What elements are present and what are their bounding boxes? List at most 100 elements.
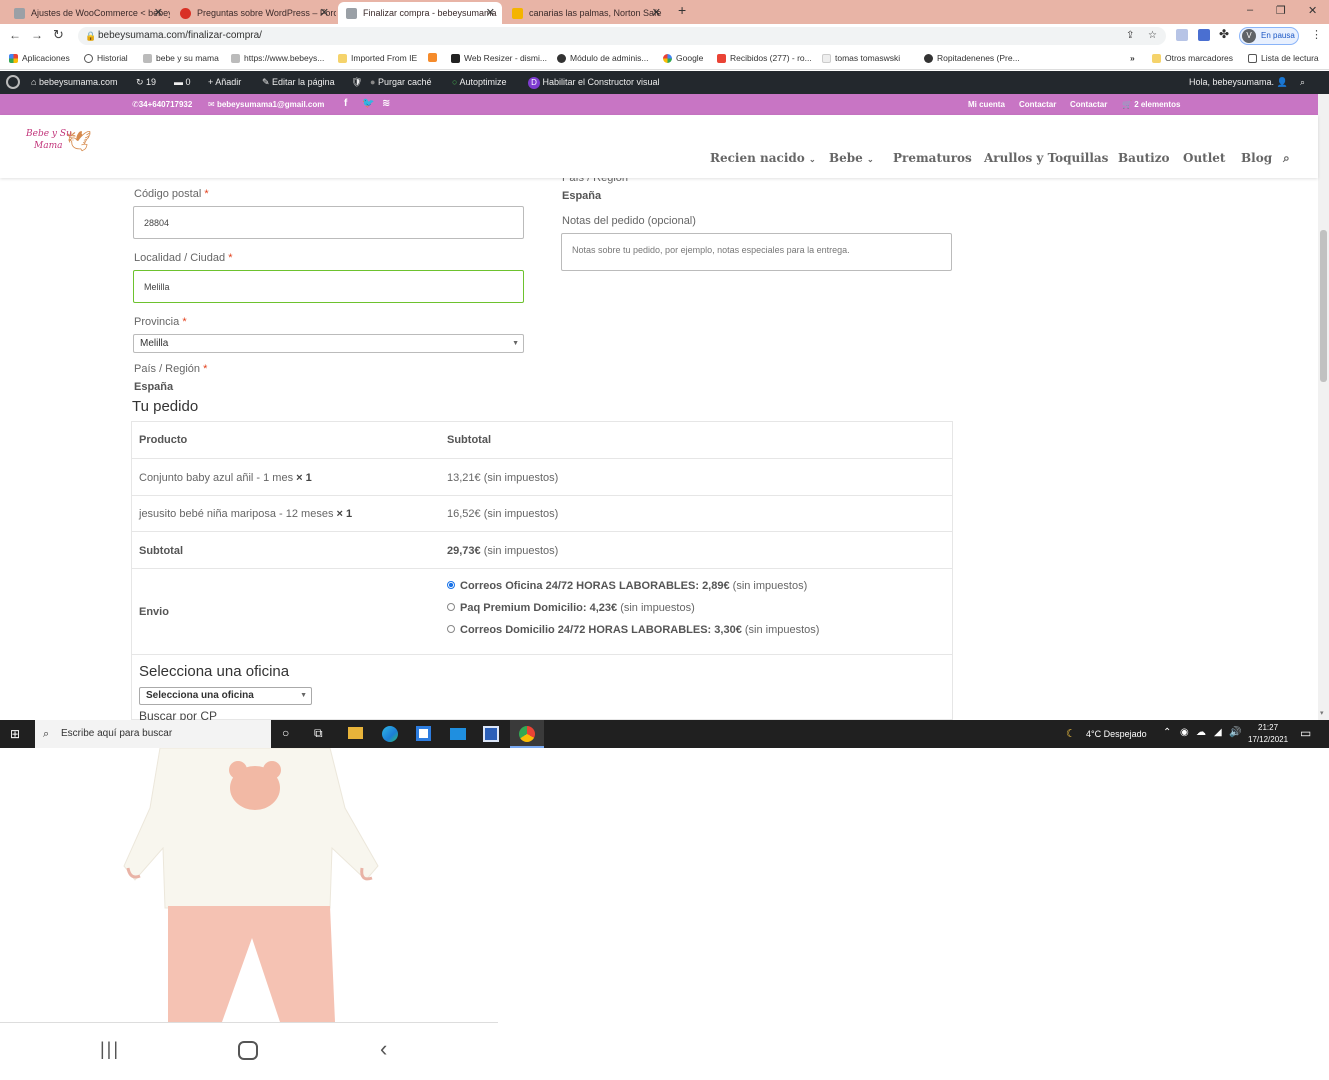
bookmark-web-resizer-label[interactable]: Web Resizer - dismi... [451, 53, 547, 63]
onedrive-cloud-icon[interactable]: ☁ [1196, 727, 1206, 738]
edge-browser-icon[interactable] [382, 726, 398, 742]
url-omnibox[interactable]: 🔒 bebeysumama.com/finalizar-compra/ ⇪ ☆ [78, 27, 1166, 45]
bookmark-web-resizer[interactable] [428, 53, 441, 62]
clock-time[interactable]: 21:27 [1258, 723, 1278, 732]
admin-purge-cache-link[interactable]: ● Purgar caché [370, 77, 431, 87]
shipping-option-correos-domicilio[interactable]: Correos Domicilio 24/72 HORAS LABORABLES… [447, 624, 819, 636]
bookmarks-overflow-chevron-icon[interactable]: » [1130, 53, 1135, 63]
nav-recien-nacido[interactable]: Recien nacido ⌄ [710, 151, 816, 165]
facebook-icon[interactable]: f [344, 98, 347, 109]
contactar-link-1[interactable]: Contactar [1019, 100, 1056, 109]
mail-icon[interactable] [450, 728, 466, 740]
close-tab-icon[interactable]: ✕ [486, 6, 495, 19]
nav-blog[interactable]: Blog [1241, 151, 1272, 165]
admin-divi-builder-link[interactable]: D Habilitar el Constructor visual [528, 77, 660, 89]
twitter-icon[interactable]: 🐦 [362, 98, 374, 109]
tray-chevron-up-icon[interactable]: ⌃ [1163, 727, 1171, 738]
word-icon[interactable] [483, 726, 499, 742]
tab-woocommerce-settings[interactable]: Ajustes de WooCommerce < bebeys ✕ [6, 2, 170, 24]
tab-wordpress-forum[interactable]: Preguntas sobre WordPress – Foro ✕ [172, 2, 336, 24]
city-input[interactable]: Melilla [133, 270, 524, 303]
site-logo[interactable]: Bebe y Su Mama 🕊 [26, 127, 91, 163]
bookmark-google[interactable]: Google [663, 53, 703, 63]
bookmark-apps[interactable]: Aplicaciones [9, 53, 70, 63]
admin-cache-shield-icon[interactable]: 🛡 [351, 77, 362, 88]
admin-comments-link[interactable]: ▬ 0 [174, 77, 191, 87]
cortana-circle-icon[interactable]: ○ [282, 726, 289, 740]
order-notes-textarea[interactable]: Notas sobre tu pedido, por ejemplo, nota… [561, 233, 952, 271]
reload-icon[interactable]: ↻ [53, 27, 64, 43]
back-chevron-icon[interactable]: ‹ [380, 1036, 387, 1062]
moon-weather-icon[interactable]: ☾ [1066, 727, 1076, 740]
forward-arrow-icon[interactable]: → [31, 28, 43, 42]
bookmark-star-icon[interactable]: ☆ [1148, 27, 1157, 45]
radio-selected[interactable] [447, 581, 455, 589]
bookmark-otros-marcadores[interactable]: Otros marcadores [1152, 53, 1233, 63]
task-view-icon[interactable]: ⧉ [314, 726, 323, 741]
bookmark-bebeys-url[interactable]: https://www.bebeys... [231, 53, 324, 63]
puzzle-extensions-icon[interactable]: ✤ [1219, 27, 1229, 41]
bookmark-modulo-admin[interactable]: Módulo de adminis... [557, 53, 648, 63]
window-close-icon[interactable]: ✕ [1308, 4, 1317, 17]
admin-greeting[interactable]: Hola, bebeysumama. 👤 [1189, 77, 1288, 88]
extension-icon[interactable] [1176, 29, 1188, 41]
office-select[interactable]: Selecciona una oficina ▼ [139, 687, 312, 705]
weather-label[interactable]: 4°C Despejado [1086, 729, 1147, 739]
close-tab-icon[interactable]: ✕ [652, 6, 661, 19]
bookmark-history[interactable]: Historial [84, 53, 128, 63]
windows-start-icon[interactable]: ⊞ [10, 727, 20, 741]
cart-link[interactable]: 🛒 2 elementos [1122, 100, 1180, 109]
new-tab-plus-icon[interactable]: + [678, 2, 686, 18]
minimize-icon[interactable]: – [1247, 4, 1253, 16]
phone-link[interactable]: ✆34+640717932 [132, 100, 192, 109]
chrome-taskbar-button[interactable] [510, 720, 544, 748]
recent-apps-icon[interactable]: ||| [100, 1039, 120, 1060]
close-tab-icon[interactable]: ✕ [154, 6, 163, 19]
contactar-link-2[interactable]: Contactar [1070, 100, 1107, 109]
email-link[interactable]: ✉ bebeysumama1@gmail.com [208, 100, 324, 109]
microsoft-store-icon[interactable] [416, 726, 431, 741]
admin-updates-link[interactable]: ↻ 19 [136, 77, 156, 88]
bookmark-bebe-y-su-mama[interactable]: bebe y su mama [143, 53, 219, 63]
province-select[interactable]: Melilla ▼ [133, 334, 524, 353]
home-button-icon[interactable] [238, 1041, 258, 1060]
nav-bautizo[interactable]: Bautizo [1118, 151, 1170, 165]
nav-bebe[interactable]: Bebe ⌄ [829, 151, 874, 165]
share-icon[interactable]: ⇪ [1126, 27, 1134, 45]
kebab-menu-icon[interactable]: ⋮ [1311, 28, 1322, 41]
restore-icon[interactable]: ❐ [1276, 4, 1286, 17]
nav-arrullos-toquillas[interactable]: Arullos y Toquillas [984, 151, 1108, 165]
shipping-option-correos-oficina[interactable]: Correos Oficina 24/72 HORAS LABORABLES: … [447, 580, 807, 592]
admin-search-icon[interactable]: ⌕ [1300, 77, 1305, 88]
bookmark-lista-de-lectura[interactable]: Lista de lectura [1248, 53, 1319, 63]
page-scrollbar[interactable]: ▾ [1318, 94, 1329, 720]
header-search-icon[interactable]: ⌕ [1283, 151, 1290, 166]
back-arrow-icon[interactable]: ← [9, 28, 21, 42]
scroll-down-arrow-icon[interactable]: ▾ [1320, 709, 1324, 717]
profile-paused-button[interactable]: V En pausa [1239, 27, 1299, 45]
shipping-option-paq-premium[interactable]: Paq Premium Domicilio: 4,23€ (sin impues… [447, 602, 695, 614]
tab-norton-safe[interactable]: canarias las palmas, Norton Safe ✕ [504, 2, 668, 24]
bookmark-ropitadenenes[interactable]: Ropitadenenes (Pre... [924, 53, 1020, 63]
wordpress-logo-icon[interactable] [6, 75, 20, 89]
radio-unselected[interactable] [447, 625, 455, 633]
bookmark-tomas[interactable]: tomas tomaswski [822, 53, 900, 63]
bookmark-gmail[interactable]: Recibidos (277) - ro... [717, 53, 812, 63]
bookmark-imported-from-ie[interactable]: Imported From IE [338, 53, 417, 63]
taskbar-search-input[interactable]: ⌕ Escribe aquí para buscar [35, 720, 271, 748]
tab-finalizar-compra[interactable]: Finalizar compra - bebeysumama ✕ [338, 2, 502, 24]
admin-edit-page-link[interactable]: ✎ Editar la página [262, 77, 335, 88]
clock-date[interactable]: 17/12/2021 [1248, 735, 1288, 744]
translate-extension-icon[interactable] [1198, 29, 1210, 41]
close-tab-icon[interactable]: ✕ [320, 6, 329, 19]
admin-add-new-link[interactable]: + Añadir [208, 77, 241, 87]
rss-icon[interactable]: ≋ [382, 98, 390, 109]
nav-prematuros[interactable]: Prematuros [893, 151, 972, 165]
radio-unselected[interactable] [447, 603, 455, 611]
postcode-input[interactable]: 28804 [133, 206, 524, 239]
admin-autoptimize-link[interactable]: ○ Autoptimize [452, 77, 506, 87]
volume-icon[interactable]: 🔊 [1229, 727, 1241, 738]
scrollbar-thumb[interactable] [1320, 230, 1327, 382]
admin-site-link[interactable]: ⌂ bebeysumama.com [31, 77, 117, 87]
file-explorer-icon[interactable] [348, 727, 363, 739]
